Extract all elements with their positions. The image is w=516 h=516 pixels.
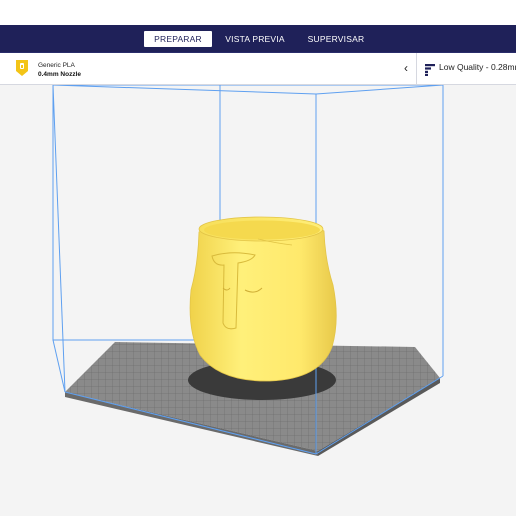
material-name[interactable]: Generic PLA — [38, 62, 75, 69]
chevron-left-icon[interactable]: ‹ — [399, 60, 413, 76]
print-settings-icon[interactable] — [425, 63, 435, 76]
stage-navbar: PREPARAR VISTA PREVIA SUPERVISAR — [0, 25, 516, 53]
toolbar-separator — [416, 53, 417, 84]
tab-vista-previa[interactable]: VISTA PREVIA — [222, 31, 288, 47]
tab-supervisar[interactable]: SUPERVISAR — [306, 31, 366, 47]
machine-toolbar: Generic PLA 0.4mm Nozzle ‹ Low Quality -… — [0, 53, 516, 85]
quality-profile-label[interactable]: Low Quality - 0.28mm — [439, 62, 516, 72]
3d-viewport[interactable] — [0, 85, 516, 516]
nozzle-size[interactable]: 0.4mm Nozzle — [38, 71, 81, 78]
window-top-strip — [0, 0, 516, 25]
material-badge-icon[interactable] — [14, 59, 30, 77]
cup-model[interactable] — [189, 216, 337, 382]
tab-preparar[interactable]: PREPARAR — [144, 31, 212, 47]
